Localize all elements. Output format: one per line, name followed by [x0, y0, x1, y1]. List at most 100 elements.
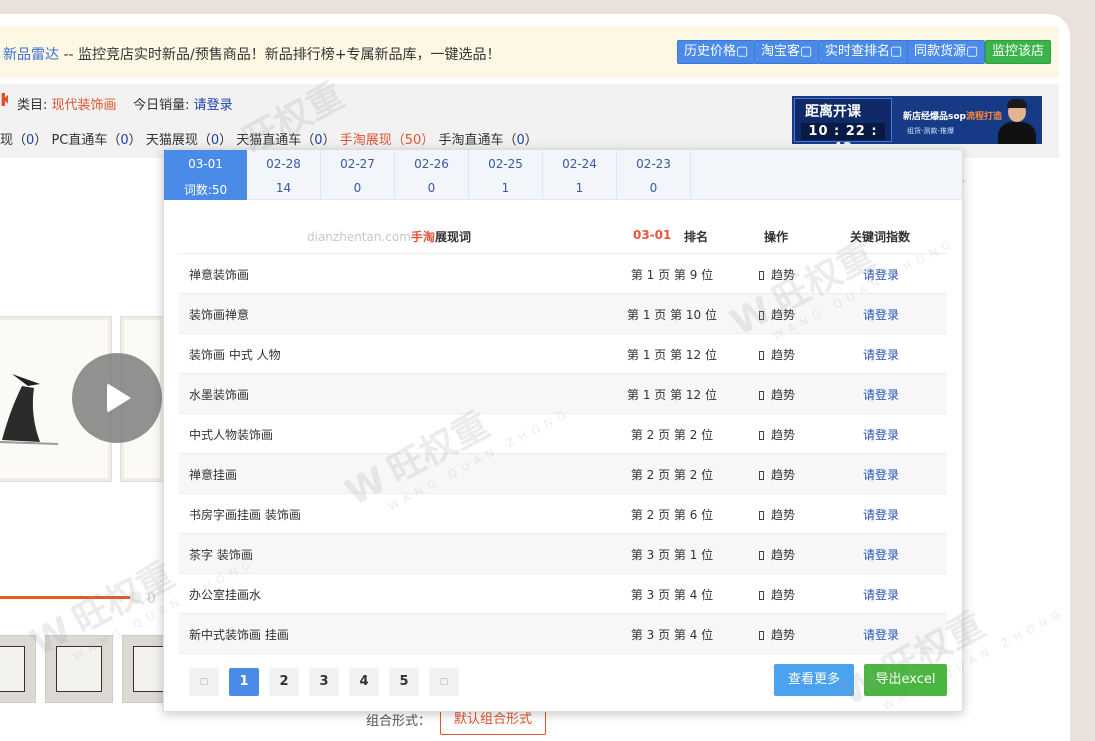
trend-link[interactable]: 趋势 — [759, 586, 795, 603]
channel-stats: 现（0） PC直通车（0） 天猫展现（0） 天猫直通车（0） 手淘展现（50） … — [0, 129, 538, 148]
trend-link[interactable]: 趋势 — [759, 466, 795, 483]
ad-subline: 组货-测款-推爆 — [907, 127, 955, 135]
index-login-link[interactable]: 请登录 — [863, 546, 899, 563]
index-login-link[interactable]: 请登录 — [863, 266, 899, 283]
index-login-link[interactable]: 请登录 — [863, 626, 899, 643]
column-keyword-index: 关键词指数 — [850, 230, 911, 244]
trend-icon — [759, 311, 764, 320]
trend-link[interactable]: 趋势 — [759, 386, 795, 403]
channel-stat-pc-ztc[interactable]: PC直通车（0） — [51, 133, 141, 148]
category-label: 类目: — [17, 98, 48, 113]
countdown-timer: 10 : 22 : 43 — [801, 123, 885, 144]
channel-stat-mobile-show[interactable]: 手淘展现（50） — [340, 133, 435, 148]
column-keyword: dianzhentan.com手淘展现词 — [307, 230, 471, 244]
date-tab-03-01[interactable]: 03-01 词数:50 — [164, 150, 247, 200]
video-progress-bar[interactable] — [0, 596, 132, 599]
price-history-button[interactable]: 历史价格▢ — [677, 40, 756, 64]
table-row: 水墨装饰画第 1 页 第 12 位趋势 请登录 — [179, 374, 947, 414]
column-rank: 排名 — [684, 230, 709, 244]
index-login-link[interactable]: 请登录 — [863, 386, 899, 403]
shop-logo-icon: K — [0, 90, 8, 111]
trend-icon — [759, 511, 764, 520]
notice-message: -- 监控竞店实时新品/预售商品！新品排行榜+专属新品库，一键选品！ — [59, 47, 501, 63]
trend-icon — [759, 471, 764, 480]
channel-stat-tmall-ztc[interactable]: 天猫直通车（0） — [236, 133, 335, 148]
page-button-5[interactable]: 5 — [389, 668, 419, 696]
monitor-shop-button[interactable]: 监控该店 — [985, 40, 1052, 64]
table-row: 禅意装饰画第 1 页 第 9 位趋势 请登录 — [179, 254, 947, 294]
thumbnail[interactable] — [0, 635, 36, 703]
channel-stat[interactable]: 现（0） — [0, 133, 47, 148]
trend-icon — [759, 551, 764, 560]
top-strip — [0, 0, 1030, 14]
same-source-button[interactable]: 同款货源▢ — [907, 40, 986, 64]
index-login-link[interactable]: 请登录 — [863, 466, 899, 483]
table-row: 中式人物装饰画第 2 页 第 2 位趋势 请登录 — [179, 414, 947, 454]
trend-link[interactable]: 趋势 — [759, 306, 795, 323]
today-sales-login-link[interactable]: 请登录 — [194, 98, 233, 113]
date-tab-02-26[interactable]: 02-26 0 — [395, 150, 469, 200]
view-more-button[interactable]: 查看更多 — [774, 664, 854, 696]
date-tab-02-27[interactable]: 02-27 0 — [321, 150, 395, 200]
date-tab-02-23[interactable]: 02-23 0 — [617, 150, 691, 200]
trend-icon — [759, 391, 764, 400]
keyword-table-header: dianzhentan.com手淘展现词 03-01 排名 操作 关键词指数 — [179, 220, 947, 254]
date-tab-02-28[interactable]: 02-28 14 — [247, 150, 321, 200]
keyword-popup: 03-01 词数:50 02-28 14 02-27 0 02-26 0 02-25 1 … — [163, 149, 963, 712]
column-date: 03-01 — [633, 228, 672, 242]
table-row: 装饰画 中式 人物第 1 页 第 12 位趋势 请登录 — [179, 334, 947, 374]
trend-link[interactable]: 趋势 — [759, 346, 795, 363]
trend-link[interactable]: 趋势 — [759, 546, 795, 563]
realtime-rank-button[interactable]: 实时查排名▢ — [818, 40, 910, 64]
trend-link[interactable]: 趋势 — [759, 626, 795, 643]
index-login-link[interactable]: 请登录 — [863, 506, 899, 523]
presenter-avatar — [998, 98, 1036, 144]
table-row: 茶字 装饰画第 3 页 第 1 位趋势 请登录 — [179, 534, 947, 574]
category-value[interactable]: 现代装饰画 — [52, 98, 117, 113]
date-tabs: 03-01 词数:50 02-28 14 02-27 0 02-26 0 02-25 1 … — [164, 150, 962, 200]
trend-link[interactable]: 趋势 — [759, 266, 795, 283]
page-button-2[interactable]: 2 — [269, 668, 299, 696]
course-ad-banner[interactable]: 距离开课 10 : 22 : 43 新店经爆品sop流程打造 组货-测款-推爆 — [792, 96, 1042, 144]
table-row: 书房字画挂画 装饰画第 2 页 第 6 位趋势 请登录 — [179, 494, 947, 534]
trend-link[interactable]: 趋势 — [759, 426, 795, 443]
notice-bar: 新品雷达 -- 监控竞店实时新品/预售商品！新品排行榜+专属新品库，一键选品！ … — [0, 26, 1059, 78]
table-row: 装饰画禅意第 1 页 第 10 位趋势 请登录 — [179, 294, 947, 334]
trend-icon — [759, 271, 764, 280]
index-login-link[interactable]: 请登录 — [863, 586, 899, 603]
column-operation: 操作 — [764, 230, 789, 244]
new-product-radar-link[interactable]: 新品雷达 — [3, 47, 59, 63]
trend-icon — [759, 351, 764, 360]
next-page-button[interactable]: ▢ — [429, 668, 459, 696]
index-login-link[interactable]: 请登录 — [863, 426, 899, 443]
trend-link[interactable]: 趋势 — [759, 506, 795, 523]
export-excel-button[interactable]: 导出excel — [864, 664, 947, 696]
combo-form-label: 组合形式： — [366, 714, 432, 729]
taobaoke-button[interactable]: 淘宝客▢ — [754, 40, 820, 64]
ink-painting-figure — [0, 374, 59, 445]
page-button-3[interactable]: 3 — [309, 668, 339, 696]
index-login-link[interactable]: 请登录 — [863, 306, 899, 323]
date-tab-02-24[interactable]: 02-24 1 — [543, 150, 617, 200]
ad-headline: 新店经爆品sop流程打造 — [903, 112, 1002, 122]
countdown-title: 距离开课 — [805, 104, 861, 120]
today-sales-label: 今日销量: — [133, 98, 190, 113]
table-row: 新中式装饰画 挂画第 3 页 第 4 位趋势 请登录 — [179, 614, 947, 654]
category-line: 类目: 现代装饰画 今日销量: 请登录 — [17, 94, 233, 113]
page-button-1[interactable]: 1 — [229, 668, 259, 696]
trend-icon — [759, 591, 764, 600]
play-icon — [107, 383, 131, 413]
index-login-link[interactable]: 请登录 — [863, 346, 899, 363]
trend-icon — [759, 631, 764, 640]
video-time: 0 — [147, 591, 156, 607]
table-row: 禅意挂画第 2 页 第 2 位趋势 请登录 — [179, 454, 947, 494]
page-button-4[interactable]: 4 — [349, 668, 379, 696]
prev-page-button[interactable]: ▢ — [189, 668, 219, 696]
notice-text: 新品雷达 -- 监控竞店实时新品/预售商品！新品排行榜+专属新品库，一键选品！ — [3, 44, 500, 64]
channel-stat-tmall-show[interactable]: 天猫展现（0） — [146, 133, 232, 148]
video-progress-handle[interactable] — [130, 591, 142, 603]
table-row: 办公室挂画水第 3 页 第 4 位趋势 请登录 — [179, 574, 947, 614]
thumbnail[interactable] — [45, 635, 113, 703]
channel-stat-mobile-ztc[interactable]: 手淘直通车（0） — [438, 133, 537, 148]
date-tab-02-25[interactable]: 02-25 1 — [469, 150, 543, 200]
